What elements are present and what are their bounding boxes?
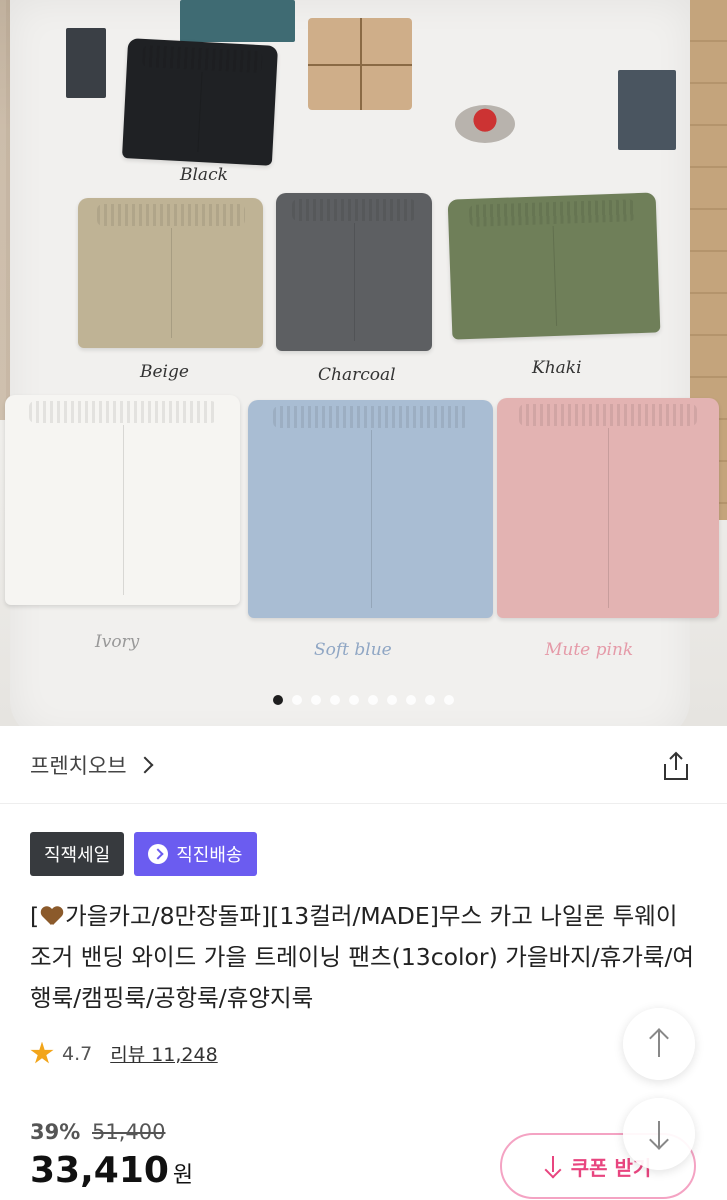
pants-charcoal xyxy=(276,193,432,351)
share-icon[interactable] xyxy=(661,750,691,782)
scroll-down-button[interactable] xyxy=(623,1098,695,1170)
carousel-dot[interactable] xyxy=(387,695,397,705)
pants-mute-pink xyxy=(497,398,719,618)
book-stack-left xyxy=(66,28,106,98)
sale-badge: 직잭세일 xyxy=(30,832,125,876)
title-text: 가을카고/8만장돌파][13컬러/MADE]무스 카고 나일론 투웨이 조거 밴… xyxy=(30,902,695,1012)
pants-ivory xyxy=(5,395,240,605)
color-label-mute-pink: Mute pink xyxy=(545,640,634,660)
store-bar: 프렌치오브 xyxy=(0,726,727,804)
cherry-bowl xyxy=(455,105,515,143)
brown-heart-icon xyxy=(41,907,63,927)
carousel-dot[interactable] xyxy=(311,695,321,705)
chevron-right-icon[interactable] xyxy=(136,756,154,773)
carousel-dot[interactable] xyxy=(406,695,416,705)
rating-row: 4.7 리뷰 11,248 xyxy=(30,1040,218,1067)
carousel-dot[interactable] xyxy=(292,695,302,705)
product-image-carousel[interactable]: Black Beige Charcoal Khaki Ivory Soft bl… xyxy=(0,0,727,726)
arrow-up-icon xyxy=(658,1031,660,1057)
carousel-dot[interactable] xyxy=(273,695,283,705)
product-title: [가을카고/8만장돌파][13컬러/MADE]무스 카고 나일론 투웨이 조거 … xyxy=(30,896,696,1019)
book-stack xyxy=(180,0,295,42)
carousel-dot[interactable] xyxy=(444,695,454,705)
color-label-ivory: Ivory xyxy=(95,632,140,652)
delivery-badge-label: 직진배송 xyxy=(176,845,243,866)
discount-rate: 39% xyxy=(30,1120,81,1144)
carousel-dot[interactable] xyxy=(425,695,435,705)
arrow-down-icon xyxy=(658,1121,660,1147)
review-count-link[interactable]: 리뷰 11,248 xyxy=(110,1040,217,1067)
final-price: 33,410 원 xyxy=(30,1150,193,1191)
carousel-dot[interactable] xyxy=(349,695,359,705)
title-prefix: [ xyxy=(30,902,40,930)
color-label-soft-blue: Soft blue xyxy=(314,640,392,660)
book-stack-right xyxy=(618,70,676,150)
color-label-khaki: Khaki xyxy=(532,358,582,378)
carousel-indicator xyxy=(0,695,727,705)
rating-score: 4.7 xyxy=(62,1042,93,1065)
currency-unit: 원 xyxy=(172,1163,194,1188)
carousel-dot[interactable] xyxy=(330,695,340,705)
pants-black xyxy=(121,38,279,166)
pants-soft-blue xyxy=(248,400,493,618)
store-name-link[interactable]: 프렌치오브 xyxy=(30,750,127,780)
carousel-dot[interactable] xyxy=(368,695,378,705)
delivery-arrow-icon xyxy=(148,844,169,864)
color-label-black: Black xyxy=(180,165,228,185)
wrapped-parcel xyxy=(308,18,412,110)
color-label-charcoal: Charcoal xyxy=(318,365,396,385)
star-icon xyxy=(30,1041,54,1064)
color-label-beige: Beige xyxy=(140,362,189,382)
final-price-value: 33,410 xyxy=(30,1150,169,1191)
download-icon xyxy=(545,1156,561,1176)
pants-beige xyxy=(78,198,263,348)
delivery-badge: 직진배송 xyxy=(134,832,257,876)
pants-khaki xyxy=(447,192,661,340)
scroll-up-button[interactable] xyxy=(623,1008,695,1080)
original-price: 51,400 xyxy=(92,1120,166,1144)
badge-row: 직잭세일 직진배송 xyxy=(30,832,257,876)
